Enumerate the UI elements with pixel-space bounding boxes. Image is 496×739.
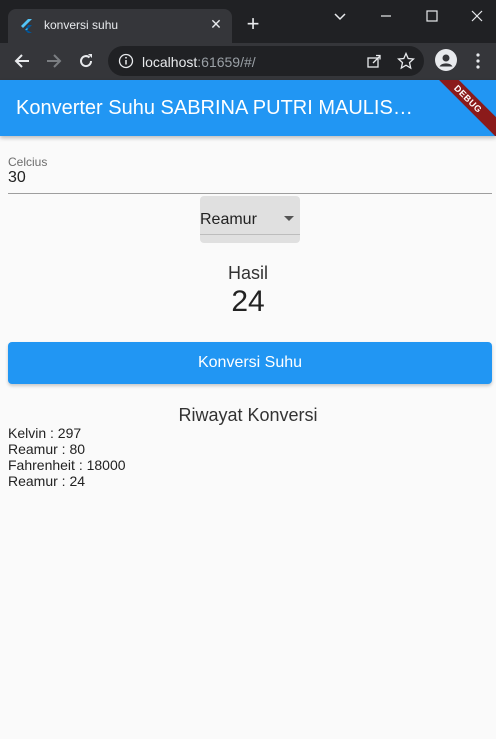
celcius-input[interactable]: 30 — [8, 169, 26, 187]
browser-tab-bar: konversi suhu ✕ + — [0, 0, 496, 43]
app-title: Konverter Suhu SABRINA PUTRI MAULISA - 2… — [16, 97, 421, 119]
result-value: 24 — [231, 285, 265, 318]
bookmark-star-icon[interactable] — [397, 52, 415, 70]
forward-arrow-icon[interactable] — [44, 51, 64, 71]
more-menu-icon[interactable] — [468, 51, 488, 71]
dropdown-arrow-icon — [284, 216, 294, 221]
minimize-icon[interactable] — [376, 6, 396, 26]
unit-dropdown[interactable]: Reamur — [200, 196, 300, 243]
history-list: Kelvin : 297 Reamur : 80 Fahrenheit : 18… — [8, 425, 126, 489]
convert-button[interactable]: Konversi Suhu — [8, 342, 492, 384]
browser-toolbar: localhost:61659/#/ — [0, 43, 496, 80]
share-icon[interactable] — [366, 53, 382, 69]
history-title: Riwayat Konversi — [178, 405, 318, 425]
url-host: localhost — [142, 54, 198, 70]
back-arrow-icon[interactable] — [12, 51, 32, 71]
chevron-down-icon[interactable] — [330, 6, 350, 26]
celcius-label: Celcius — [8, 155, 48, 169]
history-item: Reamur : 80 — [8, 441, 86, 457]
info-icon[interactable] — [118, 53, 134, 69]
input-underline — [8, 193, 492, 194]
history-item: Fahrenheit : 18000 — [8, 457, 126, 473]
result-label: Hasil — [227, 263, 268, 283]
close-tab-icon[interactable]: ✕ — [208, 16, 224, 32]
new-tab-icon[interactable]: + — [243, 13, 263, 35]
url-path: :61659/#/ — [197, 54, 256, 70]
maximize-icon[interactable] — [422, 6, 442, 26]
url-text[interactable]: localhost:61659/#/ — [142, 54, 256, 70]
dropdown-selected-value: Reamur — [200, 211, 257, 228]
history-item: Kelvin : 297 — [8, 425, 82, 441]
address-bar[interactable]: localhost:61659/#/ — [108, 46, 424, 76]
app-bar: Konverter Suhu SABRINA PUTRI MAULISA - 2… — [0, 80, 496, 136]
profile-avatar-icon[interactable] — [435, 49, 457, 71]
flutter-icon — [21, 19, 32, 33]
reload-icon[interactable] — [76, 51, 96, 71]
dropdown-underline — [200, 234, 300, 235]
tab-title: konversi suhu — [44, 18, 119, 32]
browser-tab[interactable]: konversi suhu ✕ — [8, 9, 232, 43]
debug-banner: DEBUG — [427, 80, 496, 136]
history-item: Reamur : 24 — [8, 473, 86, 489]
close-window-icon[interactable] — [467, 6, 487, 26]
